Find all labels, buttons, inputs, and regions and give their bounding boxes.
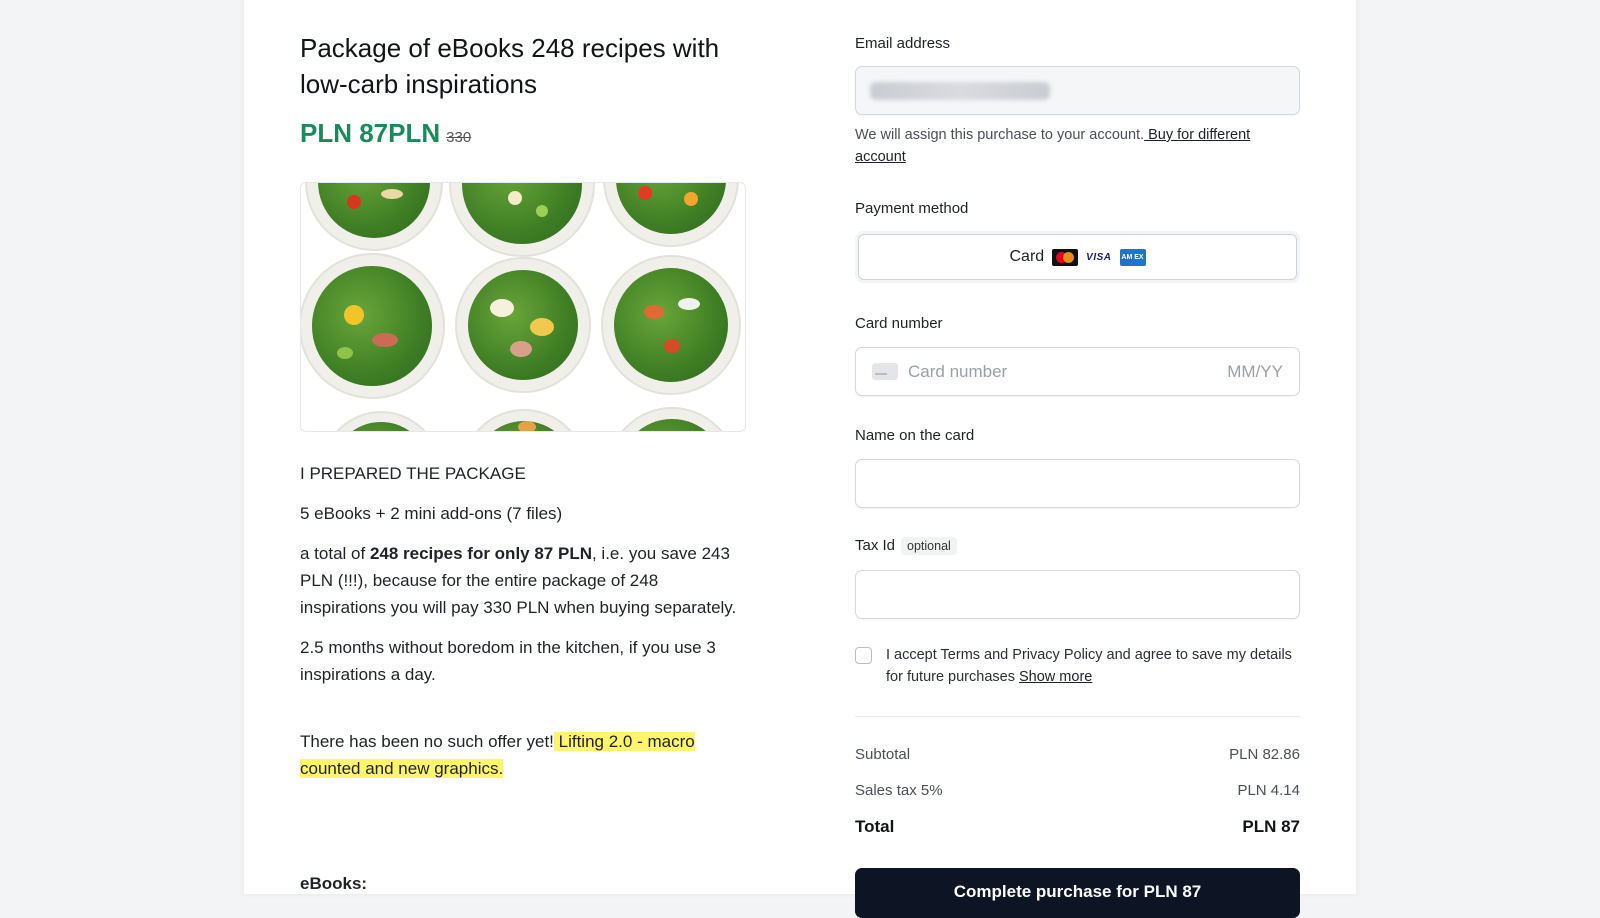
credit-card-icon — [872, 363, 898, 380]
account-note: We will assign this purchase to your acc… — [855, 127, 1251, 165]
terms-consent-text: I accept Terms and Privacy Policy and ag… — [886, 647, 1292, 685]
tax-id-field[interactable] — [855, 570, 1300, 619]
price-row: PLN 87PLN 330 — [300, 118, 471, 149]
name-on-card-field[interactable] — [855, 459, 1300, 508]
amex-icon: AM EX — [1119, 248, 1146, 266]
sales-tax-row: Sales tax 5% PLN 4.14 — [855, 782, 1300, 799]
product-description: I PREPARED THE PACKAGE 5 eBooks + 2 mini… — [300, 460, 746, 795]
ebooks-heading: eBooks: — [300, 874, 368, 893]
mastercard-icon — [1052, 248, 1079, 266]
blurred-email-value — [870, 82, 1050, 100]
tax-id-label: Tax Id optional — [855, 537, 957, 555]
salad-bowl-image — [321, 411, 441, 431]
salad-bowl-image — [455, 257, 591, 393]
salad-bowl-image — [601, 255, 741, 395]
total-row: Total PLN 87 — [855, 817, 1300, 836]
show-more-link[interactable]: Show more — [1019, 669, 1092, 685]
card-option-label: Card — [1009, 248, 1045, 265]
salad-bowl-image — [603, 183, 739, 247]
salad-bowl-image — [449, 183, 595, 257]
salad-bowl-image — [461, 409, 587, 431]
visa-icon: VISA — [1086, 251, 1112, 263]
salad-bowl-image — [607, 407, 737, 431]
expiry-field[interactable]: MM/YY — [1227, 362, 1283, 382]
description-line: I PREPARED THE PACKAGE — [300, 464, 526, 483]
salad-bowl-image — [301, 253, 445, 399]
description-line: 2.5 months without boredom in the kitche… — [300, 638, 716, 684]
payment-method-selector: Card VISA AM EX — [855, 231, 1300, 283]
email-label: Email address — [855, 35, 951, 52]
email-field[interactable] — [855, 66, 1300, 115]
description-line: a total of 248 recipes for only 87 PLN, … — [300, 544, 737, 617]
current-price: PLN 87PLN — [300, 118, 441, 148]
name-on-card-label: Name on the card — [855, 427, 975, 444]
card-number-placeholder: Card number — [908, 361, 1008, 381]
optional-badge: optional — [901, 537, 957, 555]
product-image — [300, 182, 746, 432]
product-title: Package of eBooks 248 recipes with low-c… — [300, 33, 720, 99]
card-payment-option[interactable]: Card VISA AM EX — [858, 234, 1297, 280]
complete-purchase-button[interactable]: Complete purchase for PLN 87 — [855, 868, 1300, 918]
salad-bowl-image — [305, 183, 443, 251]
description-line: There has been no such offer yet! Liftin… — [300, 732, 695, 778]
subtotal-row: Subtotal PLN 82.86 — [855, 746, 1300, 763]
terms-checkbox[interactable] — [855, 647, 872, 664]
payment-method-label: Payment method — [855, 200, 969, 217]
card-number-label: Card number — [855, 315, 943, 332]
description-line: 5 eBooks + 2 mini add-ons (7 files) — [300, 504, 563, 523]
card-number-field[interactable]: Card number MM/YY — [855, 347, 1300, 396]
old-price: 330 — [446, 129, 472, 146]
divider — [855, 716, 1300, 717]
